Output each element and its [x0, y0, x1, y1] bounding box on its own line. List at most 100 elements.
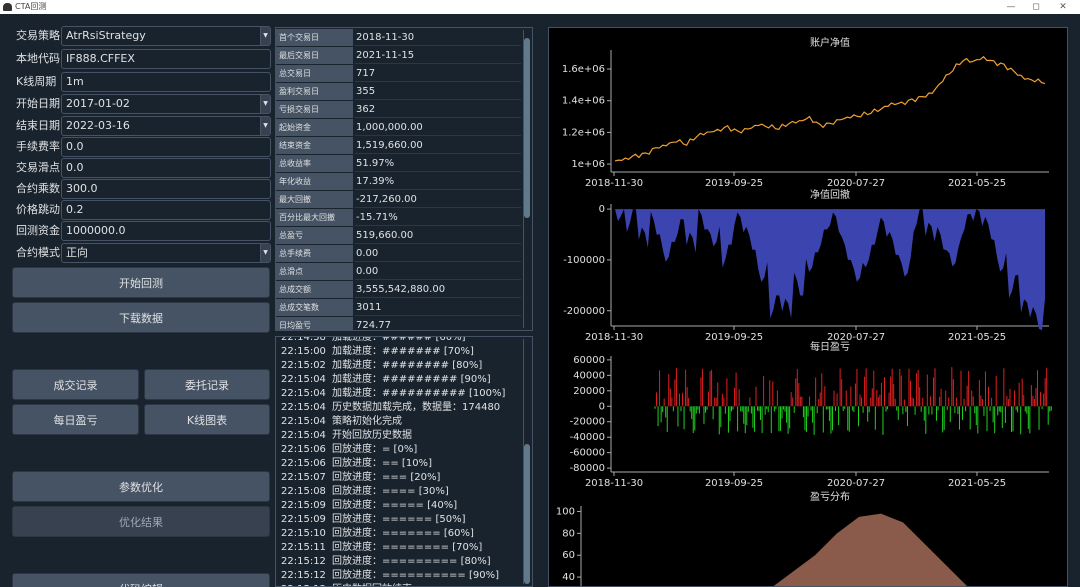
x-tick-label: 2019-09-25	[705, 178, 763, 189]
log-time: 22:15:11	[281, 542, 326, 553]
stat-key: 总收益率	[276, 155, 353, 172]
rate-input[interactable]: 0.0	[61, 137, 271, 157]
end-date-value: 2022-03-16	[66, 119, 130, 132]
end-date-input[interactable]: 2022-03-16 ▼	[61, 116, 271, 136]
optimize-result-button[interactable]: 优化结果	[12, 506, 270, 537]
symbol-label: 本地代码	[16, 52, 60, 65]
y-tick-label: -60000	[570, 448, 605, 459]
y-tick-label: 40000	[573, 370, 605, 381]
stat-value: -217,260.00	[355, 191, 521, 208]
log-time: 22:14:58	[281, 336, 326, 343]
log-time: 22:15:08	[281, 486, 326, 497]
stat-row: 总成交笔数 3011	[276, 299, 522, 317]
stat-key: 百分比最大回撤	[276, 209, 353, 226]
window-titlebar: CTA回测 — ◻ ✕	[0, 0, 1080, 14]
stat-key: 最大回撤	[276, 191, 353, 208]
slippage-label: 交易滑点	[16, 161, 60, 174]
start-backtest-button[interactable]: 开始回测	[12, 267, 270, 298]
rate-label: 手续费率	[16, 140, 60, 153]
app-icon	[3, 3, 12, 11]
stat-key: 首个交易日	[276, 29, 353, 46]
stat-row: 总滑点 0.00	[276, 263, 522, 281]
log-message: 回放进度：==== [30%]	[332, 486, 449, 497]
code-edit-button[interactable]: 代码编辑	[12, 573, 270, 587]
stat-key: 年化收益	[276, 173, 353, 190]
download-data-button[interactable]: 下载数据	[12, 302, 270, 333]
log-line: 22:15:02 加载进度：######## [80%]	[281, 359, 482, 373]
log-message: 加载进度：########## [100%]	[332, 388, 506, 399]
log-line: 22:15:13历史数据回放结束	[281, 583, 412, 586]
chevron-down-icon: ▼	[260, 244, 270, 262]
start-date-input[interactable]: 2017-01-02 ▼	[61, 94, 271, 114]
stat-value: 519,660.00	[355, 227, 521, 244]
stat-key: 总盈亏	[276, 227, 353, 244]
strategy-value: AtrRsiStrategy	[66, 29, 146, 42]
stat-key: 总交易日	[276, 65, 353, 82]
log-message: 加载进度：######### [90%]	[332, 374, 491, 385]
stat-row: 总成交额 3,555,542,880.00	[276, 281, 522, 299]
chart-title: 盈亏分布	[810, 491, 850, 503]
x-tick-label: 2020-07-27	[827, 178, 885, 189]
log-time: 22:15:04	[281, 388, 326, 399]
stat-key: 结束资金	[276, 137, 353, 154]
log-line: 22:15:12 回放进度：========== [90%]	[281, 569, 499, 583]
order-records-button[interactable]: 委托记录	[144, 369, 270, 400]
stat-value: 17.39%	[355, 173, 521, 190]
y-tick-label: 100	[556, 506, 575, 517]
log-line: 22:14:58 加载进度：###### [60%]	[281, 336, 465, 345]
chart-title: 每日盈亏	[810, 340, 850, 353]
interval-select[interactable]: 1m	[61, 72, 271, 92]
kline-chart-button[interactable]: K线图表	[144, 404, 270, 435]
symbol-input[interactable]: IF888.CFFEX	[61, 49, 271, 69]
stat-key: 起始资金	[276, 119, 353, 136]
mode-value: 正向	[66, 246, 88, 259]
size-input[interactable]: 300.0	[61, 179, 271, 199]
log-line: 22:15:09 回放进度：====== [50%]	[281, 513, 465, 527]
pricetick-input[interactable]: 0.2	[61, 200, 271, 220]
stat-value: 724.77	[355, 317, 521, 330]
x-tick-label: 2018-11-30	[585, 178, 643, 189]
strategy-select[interactable]: AtrRsiStrategy ▼	[61, 26, 271, 46]
capital-input[interactable]: 1000000.0	[61, 221, 271, 241]
log-message: 加载进度：####### [70%]	[332, 346, 474, 357]
statistics-scrollbar[interactable]	[523, 30, 530, 328]
mode-select[interactable]: 正向 ▼	[61, 243, 271, 263]
optimize-button[interactable]: 参数优化	[12, 471, 270, 502]
x-tick-label: 2019-09-25	[705, 478, 763, 489]
log-line: 22:15:04 历史数据加载完成，数据量：174480	[281, 401, 500, 415]
slippage-input[interactable]: 0.0	[61, 158, 271, 178]
log-time: 22:15:12	[281, 556, 326, 567]
log-time: 22:15:06	[281, 444, 326, 455]
stat-value: 1,519,660.00	[355, 137, 521, 154]
log-line: 22:15:09 回放进度：===== [40%]	[281, 499, 457, 513]
log-time: 22:15:07	[281, 472, 326, 483]
y-tick-label: -20000	[570, 417, 605, 428]
stat-key: 总手续费	[276, 245, 353, 262]
y-tick-label: 60000	[573, 355, 605, 366]
stat-value: 51.97%	[355, 155, 521, 172]
log-line: 22:15:04 加载进度：########## [100%]	[281, 387, 505, 401]
size-label: 合约乘数	[16, 182, 60, 195]
daily-pnl-button[interactable]: 每日盈亏	[12, 404, 139, 435]
y-tick-label: -100000	[563, 255, 605, 266]
chevron-down-icon: ▼	[260, 95, 270, 113]
chart-panel: 账户净值 1e+06 1.2e+06 1.4e+06 1.6e+06 2018-11-30…	[548, 27, 1068, 587]
trade-records-button[interactable]: 成交记录	[12, 369, 139, 400]
log-time: 22:15:06	[281, 458, 326, 469]
log-time: 22:15:09	[281, 500, 326, 511]
interval-label: K线周期	[16, 75, 57, 88]
y-tick-label: 1.2e+06	[562, 127, 605, 138]
stat-value: 0.00	[355, 245, 521, 262]
log-scrollbar[interactable]	[523, 339, 530, 584]
log-time: 22:15:10	[281, 528, 326, 539]
chart-title: 账户净值	[810, 36, 850, 49]
log-line: 22:15:12 回放进度：========= [80%]	[281, 555, 491, 569]
log-line: 22:15:00 加载进度：####### [70%]	[281, 345, 474, 359]
stat-row: 年化收益 17.39%	[276, 173, 522, 191]
stat-row: 总收益率 51.97%	[276, 155, 522, 173]
close-icon[interactable]: ✕	[1056, 1, 1070, 13]
stat-value: 1,000,000.00	[355, 119, 521, 136]
minimize-icon[interactable]: —	[1004, 1, 1018, 13]
maximize-icon[interactable]: ◻	[1029, 1, 1043, 13]
log-line: 22:15:10 回放进度：======= [60%]	[281, 527, 474, 541]
